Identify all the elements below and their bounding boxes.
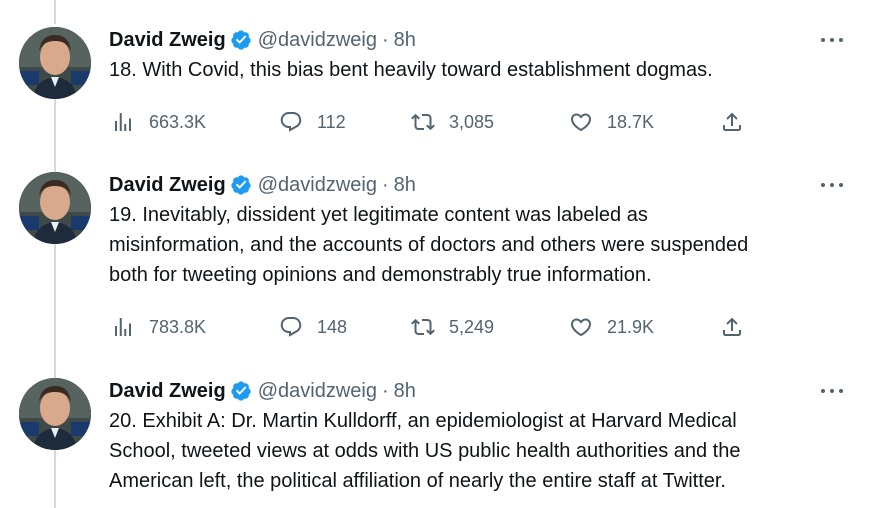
- retweet-icon: [411, 113, 435, 131]
- views-icon: [115, 318, 131, 336]
- author-name[interactable]: David Zweig: [109, 172, 226, 198]
- reply-button[interactable]: 112: [279, 107, 346, 137]
- retweet-icon: [411, 318, 435, 336]
- tweet[interactable]: David Zweig @davidzweig · 8h 19. Inevita…: [0, 172, 877, 352]
- views-button[interactable]: 663.3K: [111, 107, 206, 137]
- views-button[interactable]: 783.8K: [111, 312, 206, 342]
- author-name[interactable]: David Zweig: [109, 27, 226, 53]
- tweet-text: 20. Exhibit A: Dr. Martin Kulldorff, an …: [109, 406, 855, 496]
- views-count: 663.3K: [149, 111, 207, 132]
- share-button[interactable]: [720, 107, 744, 137]
- like-icon: [570, 318, 592, 337]
- tweet-header: David Zweig @davidzweig · 8h: [109, 378, 855, 404]
- reply-icon: [280, 317, 302, 337]
- avatar[interactable]: [19, 27, 91, 99]
- like-count: 18.7K: [607, 111, 655, 132]
- share-button[interactable]: [720, 312, 744, 342]
- more-options-icon[interactable]: [821, 31, 843, 49]
- reply-count: 148: [317, 316, 348, 337]
- tweet-text-line: 19. Inevitably, dissident yet legitimate…: [109, 204, 648, 226]
- retweet-button[interactable]: 5,249: [411, 312, 494, 342]
- tweet-text: 19. Inevitably, dissident yet legitimate…: [109, 200, 855, 290]
- reply-button[interactable]: 148: [279, 312, 347, 342]
- share-icon: [723, 317, 741, 336]
- retweet-count: 3,085: [449, 111, 495, 132]
- retweet-count: 5,249: [449, 316, 495, 337]
- thread-connector: [54, 0, 56, 24]
- avatar[interactable]: [19, 378, 91, 450]
- timestamp[interactable]: 8h: [394, 27, 416, 53]
- like-button[interactable]: 18.7K: [569, 107, 654, 137]
- author-name[interactable]: David Zweig: [109, 378, 226, 404]
- tweet[interactable]: David Zweig @davidzweig · 8h 20. Exhibit…: [0, 378, 877, 508]
- tweet-text-line: School, tweeted views at odds with US pu…: [109, 440, 741, 462]
- reply-count: 112: [317, 111, 346, 132]
- avatar[interactable]: [19, 172, 91, 244]
- retweet-button[interactable]: 3,085: [411, 107, 494, 137]
- author-handle[interactable]: @davidzweig: [258, 378, 377, 404]
- author-handle[interactable]: @davidzweig: [258, 172, 377, 198]
- tweet-text-line: misinformation, and the accounts of doct…: [109, 234, 749, 256]
- separator-dot: ·: [381, 380, 389, 402]
- like-button[interactable]: 21.9K: [569, 312, 654, 342]
- tweet-header: David Zweig @davidzweig · 8h: [109, 172, 855, 198]
- more-options-icon[interactable]: [821, 176, 843, 194]
- tweet-actions: 663.3K 112 3,085 18.7K: [109, 107, 769, 137]
- reply-icon: [280, 112, 302, 132]
- tweet[interactable]: David Zweig @davidzweig · 8h 18. With Co…: [0, 27, 877, 147]
- timestamp[interactable]: 8h: [394, 378, 416, 404]
- verified-badge-icon: [230, 174, 252, 196]
- share-icon: [723, 112, 741, 131]
- tweet-text-line: American left, the political affiliation…: [109, 470, 726, 492]
- verified-badge-icon: [230, 380, 252, 402]
- author-handle[interactable]: @davidzweig: [258, 27, 377, 53]
- timestamp[interactable]: 8h: [394, 172, 416, 198]
- separator-dot: ·: [381, 174, 389, 196]
- tweet-text-line: both for tweeting opinions and demonstra…: [109, 264, 652, 286]
- tweet-actions: 783.8K 148 5,249 21.9K: [109, 312, 769, 342]
- like-count: 21.9K: [607, 316, 655, 337]
- views-icon: [115, 113, 131, 131]
- verified-badge-icon: [230, 29, 252, 51]
- tweet-text-line: 20. Exhibit A: Dr. Martin Kulldorff, an …: [109, 410, 737, 432]
- separator-dot: ·: [381, 29, 389, 51]
- tweet-text: 18. With Covid, this bias bent heavily t…: [109, 59, 713, 81]
- more-options-icon[interactable]: [821, 382, 843, 400]
- tweet-header: David Zweig @davidzweig · 8h: [109, 27, 855, 53]
- like-icon: [570, 113, 592, 132]
- views-count: 783.8K: [149, 316, 207, 337]
